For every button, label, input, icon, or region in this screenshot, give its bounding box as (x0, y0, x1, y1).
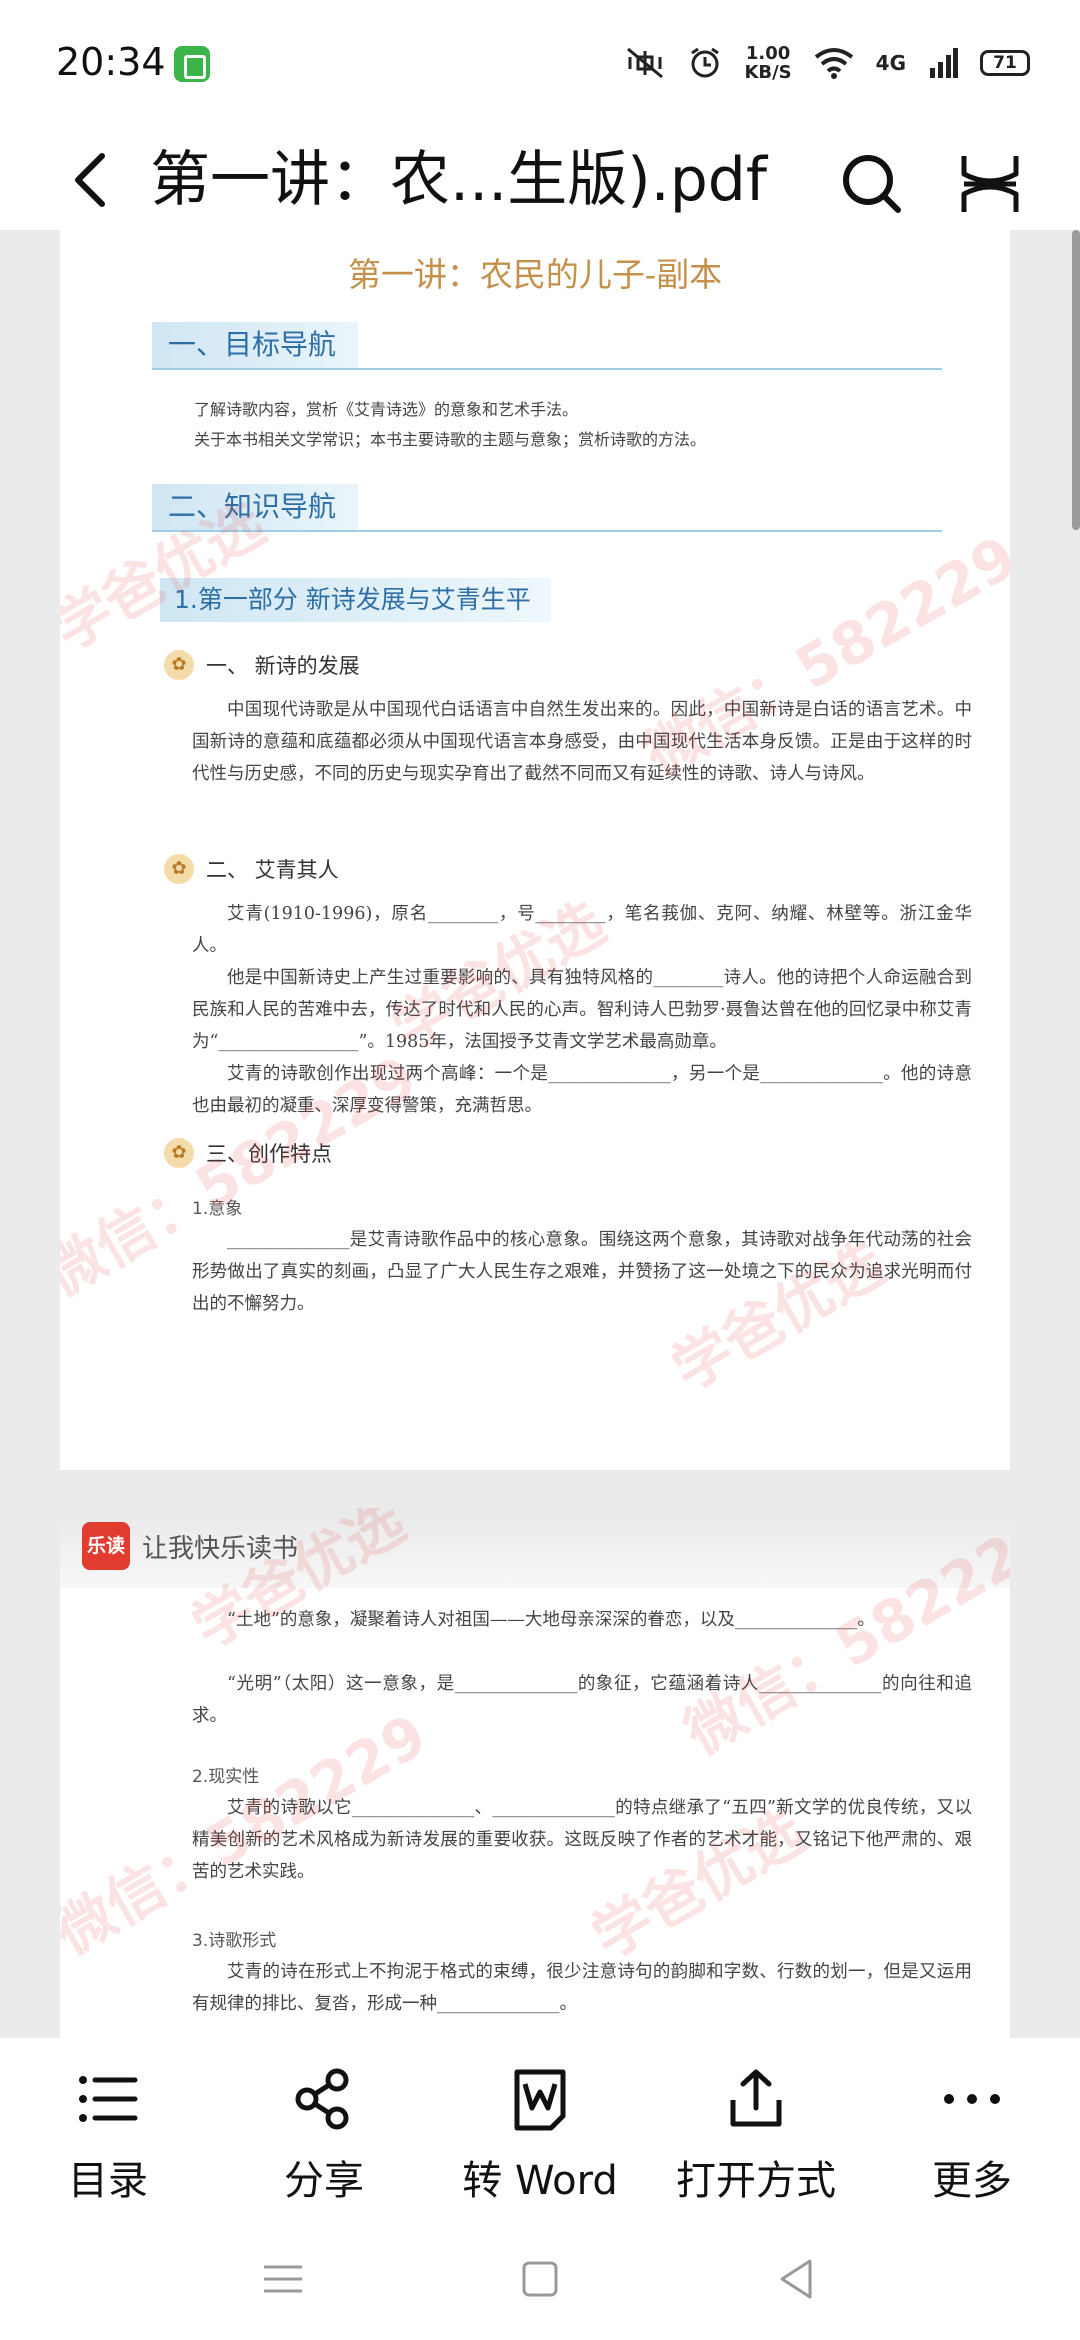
brand-banner: 乐读 让我快乐读书 (60, 1508, 1010, 1588)
signal-icon (930, 48, 958, 78)
page-title: 第一讲：农民的儿子-副本 (347, 255, 723, 294)
home-square-icon (522, 2261, 558, 2297)
paragraph-reality: 艾青的诗歌以它______________、______________的特点继… (192, 1798, 972, 1882)
top-toolbar: 第一讲：农...生版).pdf (0, 130, 1080, 230)
brand-logo: 乐读 (82, 1522, 130, 1570)
status-bar: 20:34 1.00 KB/S 4G 71 (0, 0, 1080, 130)
search-button[interactable] (832, 144, 912, 224)
status-indicators: 1.00 KB/S 4G 71 (624, 38, 1030, 88)
home-button[interactable] (507, 2246, 573, 2312)
open-with-icon (730, 2069, 782, 2127)
goal-line-1: 了解诗歌内容，赏析《艾青诗选》的意象和艺术手法。 (194, 400, 579, 419)
paragraph-poetry-development: 中国现代诗歌是从中国现代白话语言中自然生发出来的。因此，中国新诗是白话的语言艺术… (192, 700, 972, 784)
section-knowledge-header: 二、知识导航 (152, 484, 942, 532)
part-1-header: 1.第一部分 新诗发展与艾青生平 (160, 578, 551, 622)
scrollbar-thumb[interactable] (1072, 230, 1080, 530)
goal-line-2: 关于本书相关文学常识；本书主要诗歌的主题与意象；赏析诗歌的方法。 (194, 430, 707, 449)
wifi-icon (814, 48, 853, 79)
reading-mode-icon (961, 156, 1019, 212)
status-time: 20:34 (56, 40, 166, 84)
brand-slogan: 让我快乐读书 (142, 1534, 299, 1564)
system-back-button[interactable] (764, 2246, 830, 2312)
subheading-label: 二、 艾青其人 (206, 858, 339, 882)
subheading-creative-features: ✿ 三、创作特点 (164, 1138, 332, 1168)
label-imagery: 1.意象 (192, 1199, 243, 1219)
net-speed: 1.00 KB/S (744, 44, 791, 82)
battery-indicator: 71 (980, 50, 1030, 76)
share-label: 分享 (284, 2158, 364, 2204)
back-arrow-icon (75, 153, 105, 207)
flower-icon: ✿ (164, 854, 194, 884)
paragraph-land-imagery: “土地”的意象，凝聚着诗人对祖国——大地母亲深深的眷恋，以及__________… (227, 1610, 875, 1630)
flower-icon: ✿ (164, 1138, 194, 1168)
share-icon (295, 2068, 349, 2130)
more-dots-icon (944, 2094, 1000, 2104)
menu-icon (264, 2265, 302, 2293)
pdf-page-1: 第一讲：农民的儿子-副本 一、目标导航 了解诗歌内容，赏析《艾青诗选》的意象和艺… (60, 230, 1010, 1470)
paragraph-form: 艾青的诗在形式上不拘泥于格式的束缚，很少注意诗句的韵脚和字数、行数的划一，但是又… (192, 1962, 972, 2014)
pdf-page-2: 乐读 让我快乐读书 “土地”的意象，凝聚着诗人对祖国——大地母亲深深的眷恋，以及… (60, 1508, 1010, 2038)
toc-button[interactable]: 目录 (0, 2038, 216, 2218)
mute-vibrate-icon (627, 47, 664, 79)
app-notification-icon (174, 46, 210, 82)
subheading-label: 一、 新诗的发展 (206, 654, 360, 678)
subheading-label: 三、创作特点 (206, 1142, 332, 1166)
section-goal-header: 一、目标导航 (152, 322, 942, 370)
bottom-action-bar: 目录 分享 转 Word 打开方式 更多 (0, 2038, 1080, 2218)
paragraph-sun-imagery: “光明”（太阳）这一意象，是______________的象征，它蕴涵着诗人__… (192, 1674, 972, 1726)
list-icon (79, 2076, 138, 2122)
open-with-button[interactable]: 打开方式 (648, 2038, 864, 2218)
back-button[interactable] (58, 140, 128, 220)
more-button[interactable]: 更多 (864, 2038, 1080, 2218)
word-icon (514, 2069, 566, 2131)
paragraph-imagery: ______________是艾青诗歌作品中的核心意象。围绕这两个意象，其诗歌对… (192, 1230, 972, 1314)
label-form: 3.诗歌形式 (192, 1931, 277, 1951)
document-title: 第一讲：农...生版).pdf (150, 145, 767, 215)
subheading-aiqing-bio: ✿ 二、 艾青其人 (164, 854, 339, 884)
reading-mode-button[interactable] (950, 144, 1030, 224)
section-goal-label: 一、目标导航 (152, 322, 359, 368)
share-button[interactable]: 分享 (216, 2038, 432, 2218)
toc-label: 目录 (68, 2158, 148, 2204)
system-nav-bar (0, 2218, 1080, 2340)
net-speed-value: 1.00 (745, 43, 791, 64)
pdf-viewer[interactable]: 第一讲：农民的儿子-副本 一、目标导航 了解诗歌内容，赏析《艾青诗选》的意象和艺… (0, 230, 1080, 2038)
label-reality: 2.现实性 (192, 1767, 260, 1787)
recent-apps-button[interactable] (250, 2246, 316, 2312)
paragraph-bio-3: 艾青的诗歌创作出现过两个高峰：一个是______________，另一个是___… (192, 1064, 972, 1116)
net-speed-unit: KB/S (744, 62, 792, 83)
back-triangle-icon (780, 2259, 812, 2299)
network-type: 4G (875, 51, 906, 75)
paragraph-bio-1: 艾青(1910-1996)，原名________，号________，笔名莪伽、… (192, 904, 972, 956)
paragraph-bio-2: 他是中国新诗史上产生过重要影响的、具有独特风格的________诗人。他的诗把个… (192, 968, 972, 1052)
alarm-icon (691, 47, 720, 78)
convert-word-label: 转 Word (462, 2158, 618, 2204)
subheading-poetry-development: ✿ 一、 新诗的发展 (164, 650, 360, 680)
convert-word-button[interactable]: 转 Word (432, 2038, 648, 2218)
section-knowledge-label: 二、知识导航 (152, 484, 359, 530)
flower-icon: ✿ (164, 650, 194, 680)
more-label: 更多 (932, 2158, 1012, 2204)
open-with-label: 打开方式 (676, 2158, 836, 2204)
search-icon (843, 155, 901, 213)
